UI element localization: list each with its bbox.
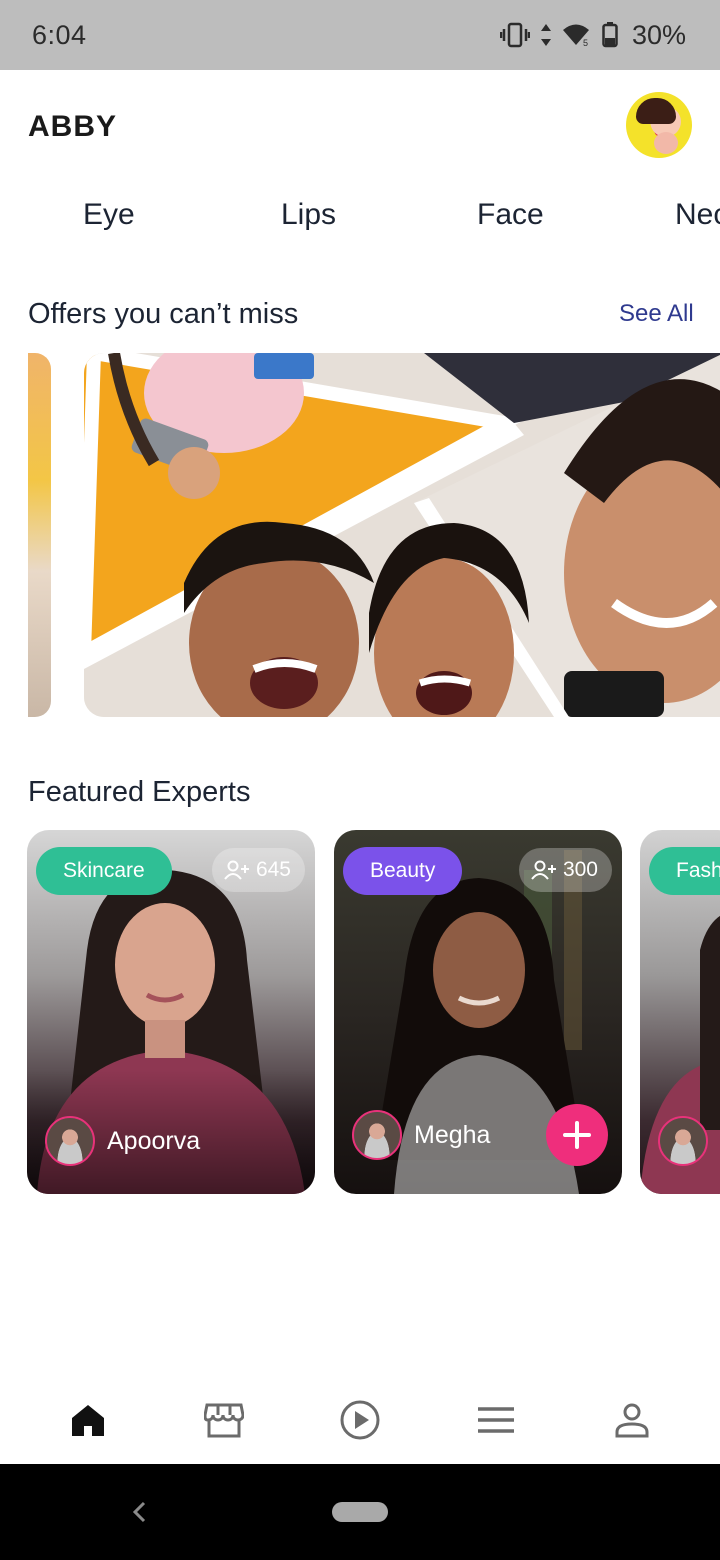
nav-home[interactable] (52, 1384, 124, 1456)
expert-avatar[interactable] (45, 1116, 95, 1166)
expert-name[interactable]: Megha (414, 1121, 490, 1150)
menu-icon (478, 1407, 514, 1433)
status-icons: 5 30% (499, 19, 686, 51)
tab-lips[interactable]: Lips (281, 198, 336, 232)
status-bar: 6:04 5 30% (0, 0, 720, 70)
follow-add-button[interactable] (546, 1104, 608, 1166)
play-icon (340, 1400, 380, 1440)
user-avatar[interactable] (626, 92, 692, 158)
profile-icon (615, 1403, 649, 1438)
offer-card[interactable] (84, 353, 720, 717)
tab-face[interactable]: Face (477, 198, 544, 232)
offer-banner-image (84, 353, 720, 717)
expert-profile (658, 1116, 708, 1166)
nav-videos[interactable] (324, 1384, 396, 1456)
nav-profile[interactable] (596, 1384, 668, 1456)
see-all-link[interactable]: See All (619, 300, 694, 328)
wifi-icon: 5 (562, 24, 589, 47)
vibrate-icon (499, 22, 530, 48)
expert-category-tag: Fashion (649, 847, 720, 895)
expert-name[interactable]: Apoorva (107, 1127, 200, 1156)
expert-avatar[interactable] (352, 1110, 402, 1160)
offers-section-title: Offers you can’t miss (28, 298, 299, 330)
system-home-pill[interactable] (332, 1502, 388, 1522)
followers-badge: 645 (211, 848, 305, 892)
expert-category-tag: Skincare (36, 847, 172, 895)
svg-text:5: 5 (583, 38, 588, 47)
followers-count: 300 (562, 858, 598, 881)
battery-percent: 30% (631, 19, 686, 50)
expert-profile: Apoorva (45, 1116, 200, 1166)
expert-profile: Megha (352, 1110, 490, 1160)
back-chevron-icon (132, 1501, 146, 1523)
tab-neck[interactable]: Neck (675, 198, 720, 232)
expert-card-next[interactable]: Fashion (640, 830, 720, 1194)
expert-category-tag: Beauty (343, 847, 463, 895)
store-icon (204, 1403, 244, 1438)
plus-icon (563, 1121, 591, 1149)
system-back-button[interactable] (124, 1494, 154, 1530)
featured-experts-title: Featured Experts (28, 776, 251, 808)
data-arrows-icon (540, 24, 551, 46)
home-icon (72, 1405, 104, 1436)
nav-store[interactable] (188, 1384, 260, 1456)
category-tabs: Eye Lips Face Neck (0, 190, 720, 246)
expert-avatar[interactable] (658, 1116, 708, 1166)
app-header: ABBY (0, 70, 720, 180)
tab-eye[interactable]: Eye (83, 198, 135, 232)
add-person-icon (224, 860, 249, 880)
followers-count: 645 (255, 858, 291, 881)
offer-card-previous[interactable] (28, 353, 51, 717)
expert-card[interactable]: Skincare 645 Apoorva (27, 830, 315, 1194)
status-time: 6:04 (32, 19, 87, 50)
bottom-navigation (0, 1376, 720, 1464)
expert-card[interactable]: Beauty 300 Megha (334, 830, 622, 1194)
add-person-icon (531, 860, 556, 880)
followers-badge: 300 (518, 848, 612, 892)
nav-menu[interactable] (460, 1384, 532, 1456)
brand-logo: ABBY (28, 110, 118, 143)
battery-icon (602, 22, 618, 48)
system-navigation-bar (0, 1464, 720, 1560)
